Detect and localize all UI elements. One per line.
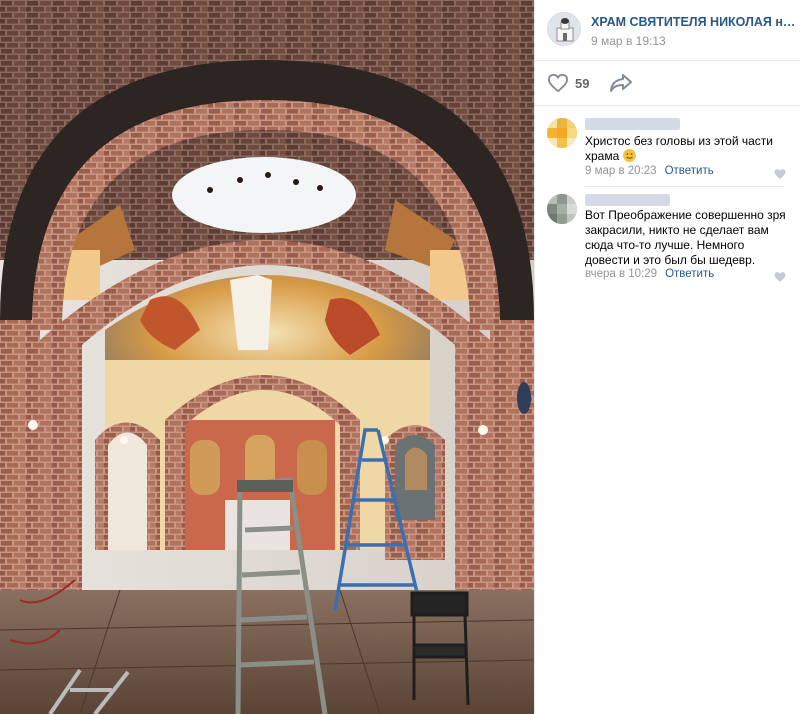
comment-like-button[interactable] bbox=[773, 167, 787, 179]
comment-item: Христос без головы из этой части храма 9… bbox=[547, 118, 793, 180]
church-avatar-icon bbox=[548, 13, 580, 45]
comment-text-content: Христос без головы из этой части храма bbox=[585, 134, 773, 163]
smile-emoji-icon bbox=[622, 149, 636, 162]
heart-outline-icon bbox=[547, 73, 569, 93]
comment-time[interactable]: 9 мар в 20:23 bbox=[585, 165, 657, 177]
comment-divider bbox=[585, 186, 784, 187]
small-heart-icon bbox=[774, 272, 786, 282]
pixelated-avatar-icon bbox=[547, 194, 577, 224]
church-interior-image bbox=[0, 0, 534, 714]
like-button[interactable]: 59 bbox=[547, 72, 589, 94]
commenter-name-blurred[interactable] bbox=[585, 194, 670, 206]
commenter-avatar[interactable] bbox=[547, 194, 577, 224]
post-header: ХРАМ СВЯТИТЕЛЯ НИКОЛАЯ на Ар… 9 мар в 19… bbox=[547, 12, 797, 52]
comment-text: Вот Преображение совершенно зря закрасил… bbox=[585, 208, 786, 267]
comment-item: Вот Преображение совершенно зря закрасил… bbox=[547, 194, 793, 290]
share-arrow-icon bbox=[610, 74, 632, 92]
small-heart-icon bbox=[774, 169, 786, 179]
comment-meta: вчера в 10:29 Ответить bbox=[585, 268, 714, 280]
post-timestamp[interactable]: 9 мар в 19:13 bbox=[591, 34, 666, 48]
comment-text: Христос без головы из этой части храма bbox=[585, 134, 789, 164]
commenter-avatar[interactable] bbox=[547, 118, 577, 148]
reply-button[interactable]: Ответить bbox=[665, 268, 714, 280]
post-author[interactable]: ХРАМ СВЯТИТЕЛЯ НИКОЛАЯ на Ар… bbox=[591, 15, 796, 29]
share-button[interactable] bbox=[609, 72, 633, 94]
comment-time[interactable]: вчера в 10:29 bbox=[585, 268, 657, 280]
post-side-panel: ХРАМ СВЯТИТЕЛЯ НИКОЛАЯ на Ар… 9 мар в 19… bbox=[534, 0, 800, 714]
like-count: 59 bbox=[575, 75, 590, 91]
comment-meta: 9 мар в 20:23 Ответить bbox=[585, 165, 714, 177]
commenter-name-blurred[interactable] bbox=[585, 118, 680, 130]
post-photo[interactable] bbox=[0, 0, 534, 714]
post-actions-bar: 59 bbox=[535, 60, 800, 106]
comment-like-button[interactable] bbox=[773, 270, 787, 282]
reply-button[interactable]: Ответить bbox=[665, 165, 714, 177]
community-avatar[interactable] bbox=[547, 12, 581, 46]
pixelated-avatar-icon bbox=[547, 118, 577, 148]
